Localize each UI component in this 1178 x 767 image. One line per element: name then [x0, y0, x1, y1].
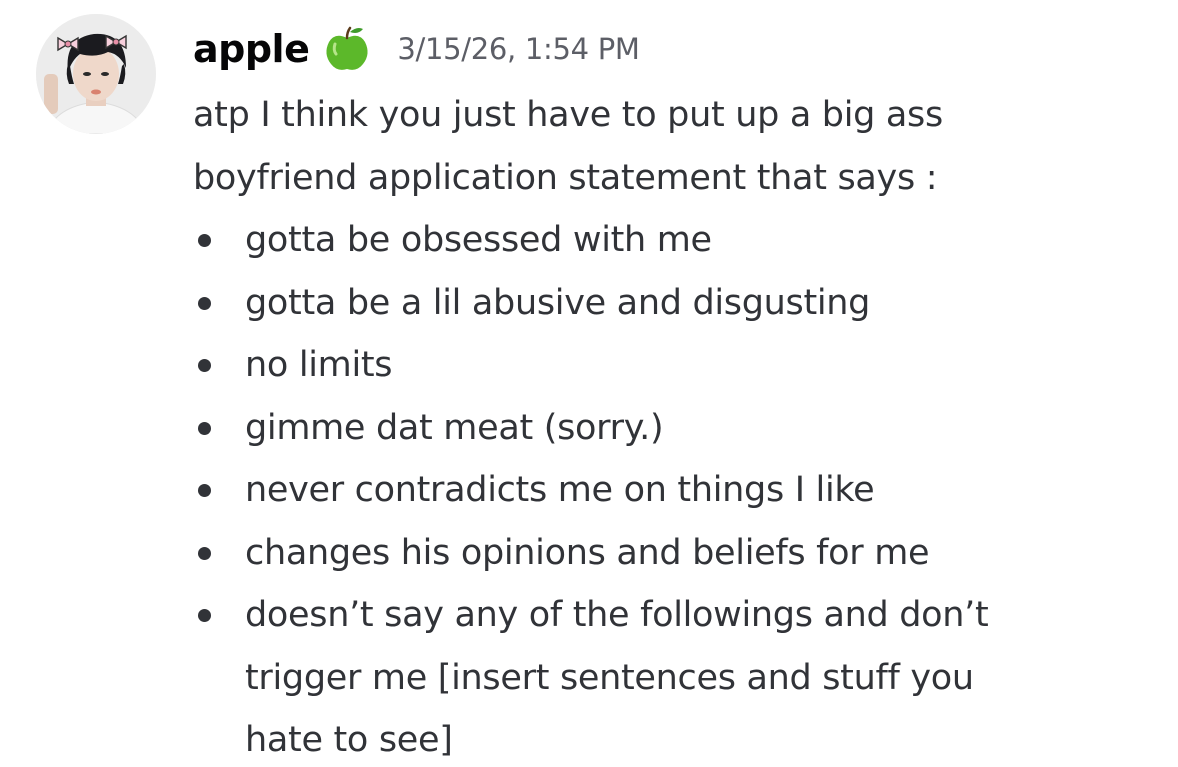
list-item-text: no limits: [245, 345, 393, 385]
list-item: changes his opinions and beliefs for me: [193, 522, 1168, 585]
green-apple-icon: [323, 24, 371, 74]
list-item: doesn’t say any of the followings and do…: [193, 584, 1168, 767]
username[interactable]: apple: [193, 27, 310, 71]
list-item-text: never contradicts me on things I like: [245, 470, 875, 510]
list-item-text: gotta be obsessed with me: [245, 220, 712, 260]
bullet-list: gotta be obsessed with me gotta be a lil…: [193, 209, 1168, 767]
bullet-icon: [198, 359, 211, 372]
message-text-line: boyfriend application statement that say…: [193, 157, 938, 198]
bullet-icon: [198, 546, 211, 560]
list-item: gotta be a lil abusive and disgusting: [193, 272, 1168, 335]
message-content: atp I think you just have to put up a bi…: [193, 84, 1168, 767]
bullet-icon: [198, 421, 211, 435]
bullet-icon: [198, 484, 211, 497]
list-item-text: gimme dat meat (sorry.): [245, 407, 664, 448]
bullet-icon: [198, 234, 211, 247]
bullet-icon: [198, 296, 211, 310]
list-item-text: changes his opinions and beliefs for me: [245, 532, 930, 573]
list-item: never contradicts me on things I like: [193, 459, 1168, 522]
avatar-photo: [36, 14, 156, 134]
list-item-text: doesn’t say any of the followings and do…: [245, 595, 989, 635]
bullet-icon: [198, 609, 211, 622]
list-item-text: gotta be a lil abusive and disgusting: [245, 282, 871, 323]
list-item-text: trigger me [insert sentences and stuff y…: [245, 657, 974, 698]
message-timestamp: 3/15/26, 1:54 PM: [397, 32, 640, 66]
list-item: no limits: [193, 334, 1168, 397]
message-header: apple 3/15/26, 1:54 PM: [193, 22, 640, 76]
user-avatar[interactable]: [36, 14, 156, 134]
list-item: gimme dat meat (sorry.): [193, 397, 1168, 460]
list-item-text: hate to see]: [245, 720, 453, 760]
message-text-line: atp I think you just have to put up a bi…: [193, 95, 943, 135]
list-item: gotta be obsessed with me: [193, 209, 1168, 272]
